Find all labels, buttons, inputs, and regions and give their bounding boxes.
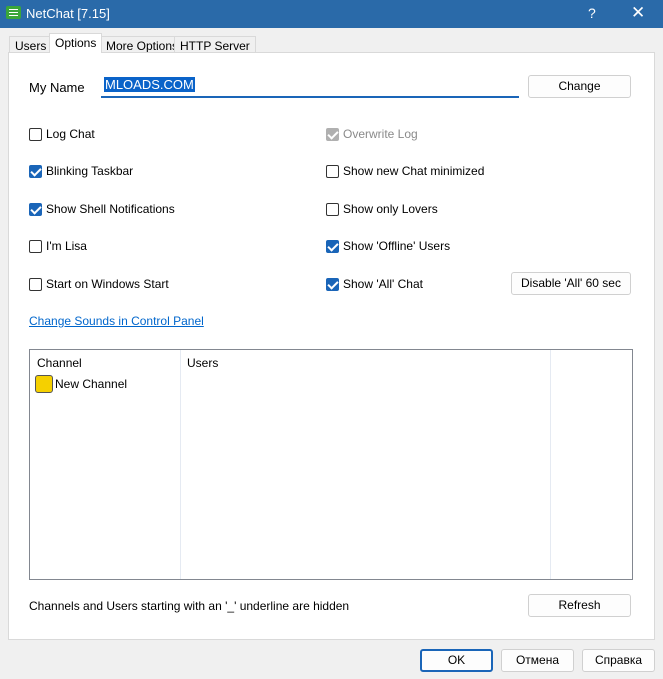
title-bar: NetChat [7.15] ? ✕ (0, 0, 663, 28)
log-chat-checkbox[interactable]: Log Chat (29, 127, 95, 141)
help-footer-button[interactable]: Справка (582, 649, 655, 672)
users-column-header[interactable]: Users (187, 356, 218, 370)
channel-user-list[interactable]: Channel Users New Channel (29, 349, 633, 580)
my-name-input[interactable]: MLOADS.COM (101, 74, 519, 98)
show-shell-notifications-checkbox[interactable]: Show Shell Notifications (29, 202, 175, 216)
change-sounds-link[interactable]: Change Sounds in Control Panel (29, 314, 204, 328)
start-on-windows-start-checkbox[interactable]: Start on Windows Start (29, 277, 169, 291)
close-button[interactable]: ✕ (631, 3, 645, 23)
list-item[interactable]: New Channel (35, 375, 127, 393)
show-only-lovers-checkbox[interactable]: Show only Lovers (326, 202, 438, 216)
window-title: NetChat [7.15] (26, 6, 110, 21)
cancel-button[interactable]: Отмена (501, 649, 574, 672)
refresh-button[interactable]: Refresh (528, 594, 631, 617)
bart-avatar-icon (35, 375, 53, 393)
ok-button[interactable]: OK (420, 649, 493, 672)
help-button[interactable]: ? (588, 5, 596, 21)
channel-column-header[interactable]: Channel (37, 356, 82, 370)
tab-more-options[interactable]: More Options (100, 36, 185, 53)
hidden-hint: Channels and Users starting with an '_' … (29, 599, 350, 613)
tab-options[interactable]: Options (49, 33, 103, 53)
blinking-taskbar-checkbox[interactable]: Blinking Taskbar (29, 164, 133, 178)
show-new-chat-minimized-checkbox[interactable]: Show new Chat minimized (326, 164, 484, 178)
app-icon (6, 6, 21, 19)
tab-users[interactable]: Users (9, 36, 53, 53)
show-offline-users-checkbox[interactable]: Show 'Offline' Users (326, 239, 450, 253)
channel-name: New Channel (55, 377, 128, 391)
disable-all-button[interactable]: Disable 'All' 60 sec (511, 272, 631, 295)
overwrite-log-checkbox[interactable]: Overwrite Log (326, 127, 418, 141)
show-all-chat-checkbox[interactable]: Show 'All' Chat (326, 277, 423, 291)
change-button[interactable]: Change (528, 75, 631, 98)
im-lisa-checkbox[interactable]: I'm Lisa (29, 239, 87, 253)
tab-http-server[interactable]: HTTP Server (174, 36, 256, 53)
my-name-value: MLOADS.COM (104, 77, 195, 92)
my-name-label: My Name (29, 80, 85, 95)
